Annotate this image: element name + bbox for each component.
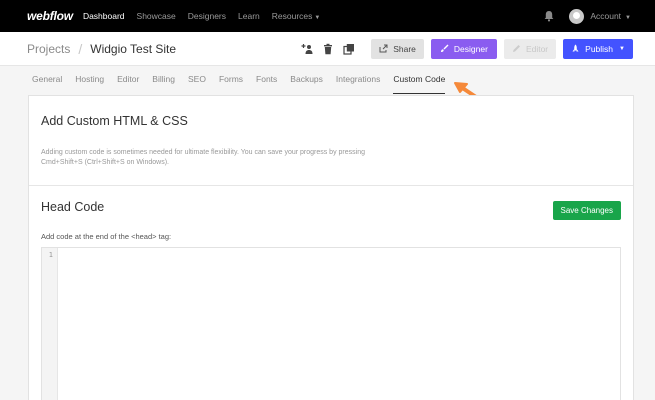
breadcrumb-separator: / <box>78 40 83 57</box>
add-user-icon[interactable] <box>301 43 313 55</box>
editor-button[interactable]: Editor <box>503 38 557 59</box>
tab-billing[interactable]: Billing <box>152 74 175 94</box>
chevron-down-icon: ▼ <box>625 15 631 21</box>
duplicate-icon[interactable] <box>343 43 355 55</box>
main-nav: Dashboard Showcase Designers Learn Resou… <box>83 11 332 21</box>
tab-general[interactable]: General <box>32 74 62 94</box>
head-code-label: Add code at the end of the <head> tag: <box>41 232 172 241</box>
tab-forms[interactable]: Forms <box>219 74 243 94</box>
share-label: Share <box>393 43 416 54</box>
nav-showcase[interactable]: Showcase <box>137 11 176 21</box>
tab-integrations[interactable]: Integrations <box>336 74 380 94</box>
tab-backups[interactable]: Backups <box>290 74 323 94</box>
nav-designers[interactable]: Designers <box>188 11 226 21</box>
chevron-down-icon[interactable]: ▼ <box>619 46 625 52</box>
custom-code-panel: Add Custom HTML & CSS Adding custom code… <box>28 95 634 400</box>
chevron-down-icon: ▼ <box>314 15 321 21</box>
nav-learn[interactable]: Learn <box>238 11 260 21</box>
top-nav: webflow Dashboard Showcase Designers Lea… <box>0 0 655 32</box>
share-icon <box>379 44 388 53</box>
tab-editor[interactable]: Editor <box>117 74 139 94</box>
section-title: Add Custom HTML & CSS <box>41 114 188 128</box>
nav-dashboard[interactable]: Dashboard <box>83 11 125 21</box>
webflow-logo[interactable]: webflow <box>27 9 73 23</box>
page-title: Widgio Test Site <box>90 41 177 56</box>
trash-icon[interactable] <box>322 43 334 55</box>
publish-button[interactable]: Publish ▼ <box>563 38 633 59</box>
share-button[interactable]: Share <box>371 38 424 59</box>
bell-icon[interactable] <box>543 10 555 22</box>
tab-fonts[interactable]: Fonts <box>256 74 277 94</box>
head-code-editor[interactable]: 1 <box>41 247 621 400</box>
account-menu[interactable]: Account ▼ <box>590 11 631 21</box>
account-label: Account <box>590 11 622 21</box>
tab-seo[interactable]: SEO <box>188 74 206 94</box>
designer-button[interactable]: Designer <box>430 38 497 59</box>
nav-resources[interactable]: Resources ▼ <box>272 11 321 21</box>
nav-resources-label: Resources <box>271 11 313 21</box>
tab-hosting[interactable]: Hosting <box>75 74 104 94</box>
pencil-icon <box>512 45 520 52</box>
tab-custom-code[interactable]: Custom Code <box>393 74 446 94</box>
settings-tabs: General Hosting Editor Billing SEO Forms… <box>32 74 458 94</box>
line-number: 1 <box>42 248 58 400</box>
project-header: Projects / Widgio Test Site Share Design… <box>0 32 655 66</box>
header-actions: Share Designer Editor Publish ▼ <box>301 38 633 59</box>
section-description: Adding custom code is sometimes needed f… <box>41 149 365 166</box>
nav-right: Account ▼ <box>543 0 631 32</box>
save-changes-button[interactable]: Save Changes <box>552 201 621 220</box>
avatar[interactable] <box>569 8 585 24</box>
rocket-icon <box>572 44 579 52</box>
breadcrumb-projects[interactable]: Projects <box>27 42 70 56</box>
brush-icon <box>440 44 449 52</box>
code-input[interactable] <box>58 248 620 400</box>
head-code-section: Head Code Save Changes Add code at the e… <box>29 186 633 400</box>
editor-label: Editor <box>525 43 549 54</box>
designer-label: Designer <box>453 43 488 54</box>
custom-html-section: Add Custom HTML & CSS Adding custom code… <box>29 96 633 186</box>
publish-label: Publish <box>585 43 614 54</box>
head-code-title: Head Code <box>41 200 105 214</box>
